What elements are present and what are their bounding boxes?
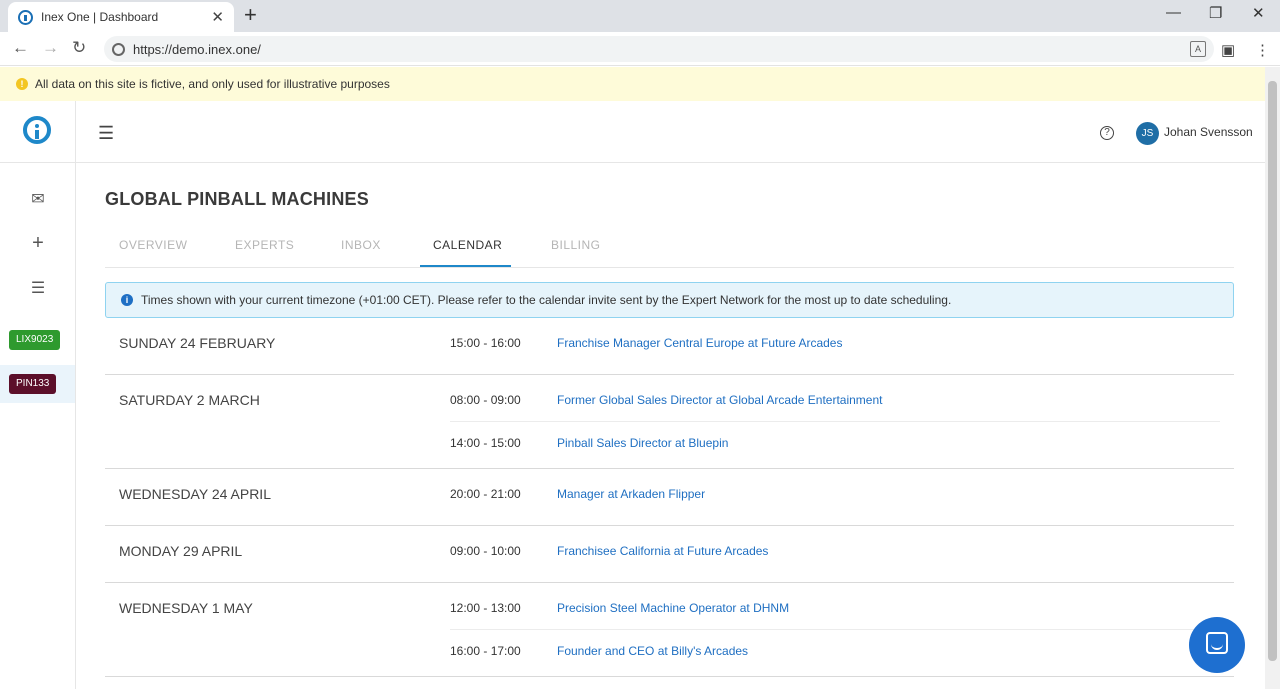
- extension-clipboard-icon[interactable]: ▣: [1221, 41, 1235, 59]
- day-label: MONDAY 29 APRIL: [119, 543, 243, 559]
- tab-experts[interactable]: EXPERTS: [235, 238, 294, 252]
- calendar-day-row: MONDAY 29 APRIL 09:00 - 10:00 Franchisee…: [105, 526, 1234, 583]
- site-info-icon[interactable]: [112, 42, 125, 56]
- tab-billing[interactable]: BILLING: [551, 238, 601, 252]
- event-time: 14:00 - 15:00: [450, 436, 521, 450]
- tab-inbox[interactable]: INBOX: [341, 238, 381, 252]
- app-header: ☰ ? JS Johan Svensson: [76, 101, 1265, 163]
- event-link[interactable]: Former Global Sales Director at Global A…: [557, 393, 882, 407]
- scrollbar-thumb[interactable]: [1268, 81, 1277, 661]
- warning-icon: !: [16, 78, 28, 90]
- browser-tab-strip: Inex One | Dashboard ✕ + — ❐ ✕: [0, 0, 1280, 32]
- event-time: 20:00 - 21:00: [450, 487, 521, 501]
- url-text: https://demo.inex.one/: [133, 41, 261, 57]
- reload-icon[interactable]: ↻: [72, 38, 86, 58]
- sidebar: ✉ + ☰ LIX9023 PIN133: [0, 101, 76, 689]
- inbox-icon[interactable]: ✉: [28, 189, 48, 209]
- info-icon: i: [121, 294, 133, 306]
- timezone-info-banner: i Times shown with your current timezone…: [105, 282, 1234, 318]
- close-tab-icon[interactable]: ✕: [211, 8, 224, 26]
- browser-menu-icon[interactable]: ⋮: [1255, 41, 1270, 59]
- event-time: 09:00 - 10:00: [450, 544, 521, 558]
- sidebar-divider: [0, 162, 76, 163]
- new-tab-button[interactable]: +: [244, 3, 257, 27]
- event-divider: [450, 421, 1220, 422]
- list-icon[interactable]: ☰: [28, 278, 48, 298]
- translate-icon[interactable]: A: [1190, 41, 1206, 57]
- day-label: WEDNESDAY 1 MAY: [119, 600, 253, 616]
- url-field[interactable]: https://demo.inex.one/ A: [104, 36, 1214, 62]
- restore-icon[interactable]: ❐: [1209, 4, 1222, 22]
- project-badge-pin133[interactable]: PIN133: [9, 374, 57, 394]
- user-name[interactable]: Johan Svensson: [1164, 125, 1253, 139]
- project-badge-lix9023[interactable]: LIX9023: [9, 330, 61, 350]
- minimize-icon[interactable]: —: [1166, 4, 1181, 21]
- event-time: 08:00 - 09:00: [450, 393, 521, 407]
- inex-favicon-icon: [18, 9, 33, 25]
- address-bar: ← → ↻ https://demo.inex.one/ A ▣ ⋮: [0, 32, 1280, 66]
- event-time: 15:00 - 16:00: [450, 336, 521, 350]
- chat-launcher-button[interactable]: [1189, 617, 1245, 673]
- event-link[interactable]: Pinball Sales Director at Bluepin: [557, 436, 728, 450]
- event-divider: [450, 629, 1220, 630]
- tab-title: Inex One | Dashboard: [41, 10, 159, 24]
- event-link[interactable]: Franchise Manager Central Europe at Futu…: [557, 336, 842, 350]
- calendar-day-row: SATURDAY 2 MARCH 08:00 - 09:00 Former Gl…: [105, 375, 1234, 469]
- project-tabs: OVERVIEW EXPERTS INBOX CALENDAR BILLING: [105, 230, 1234, 268]
- calendar-day-row: SUNDAY 24 FEBRUARY 15:00 - 16:00 Franchi…: [105, 318, 1234, 375]
- help-icon[interactable]: ?: [1100, 126, 1114, 140]
- demo-notice-banner: ! All data on this site is fictive, and …: [0, 67, 1265, 101]
- page-title: GLOBAL PINBALL MACHINES: [105, 189, 369, 209]
- calendar-day-row: WEDNESDAY 1 MAY 12:00 - 13:00 Precision …: [105, 583, 1234, 677]
- tab-calendar[interactable]: CALENDAR: [433, 238, 502, 252]
- forward-arrow-icon[interactable]: →: [42, 38, 59, 58]
- day-label: SUNDAY 24 FEBRUARY: [119, 335, 276, 351]
- day-label: WEDNESDAY 24 APRIL: [119, 486, 271, 502]
- inex-logo[interactable]: [23, 116, 51, 144]
- chat-icon: [1206, 632, 1228, 654]
- event-link[interactable]: Precision Steel Machine Operator at DHNM: [557, 601, 789, 615]
- calendar-day-row: WEDNESDAY 24 APRIL 20:00 - 21:00 Manager…: [105, 469, 1234, 526]
- info-text: Times shown with your current timezone (…: [141, 293, 952, 307]
- notice-text: All data on this site is fictive, and on…: [35, 77, 390, 91]
- event-time: 16:00 - 17:00: [450, 644, 521, 658]
- tab-overview[interactable]: OVERVIEW: [119, 238, 187, 252]
- back-arrow-icon[interactable]: ←: [12, 38, 29, 58]
- menu-toggle-icon[interactable]: ☰: [98, 123, 114, 144]
- event-link[interactable]: Franchisee California at Future Arcades: [557, 544, 768, 558]
- event-time: 12:00 - 13:00: [450, 601, 521, 615]
- close-window-icon[interactable]: ✕: [1252, 4, 1265, 22]
- day-label: SATURDAY 2 MARCH: [119, 392, 260, 408]
- browser-tab[interactable]: Inex One | Dashboard ✕: [8, 2, 234, 32]
- event-link[interactable]: Founder and CEO at Billy's Arcades: [557, 644, 748, 658]
- active-tab-indicator: [420, 265, 511, 267]
- avatar[interactable]: JS: [1136, 122, 1159, 145]
- page-scrollbar[interactable]: [1265, 67, 1280, 689]
- event-link[interactable]: Manager at Arkaden Flipper: [557, 487, 705, 501]
- add-icon[interactable]: +: [28, 232, 48, 255]
